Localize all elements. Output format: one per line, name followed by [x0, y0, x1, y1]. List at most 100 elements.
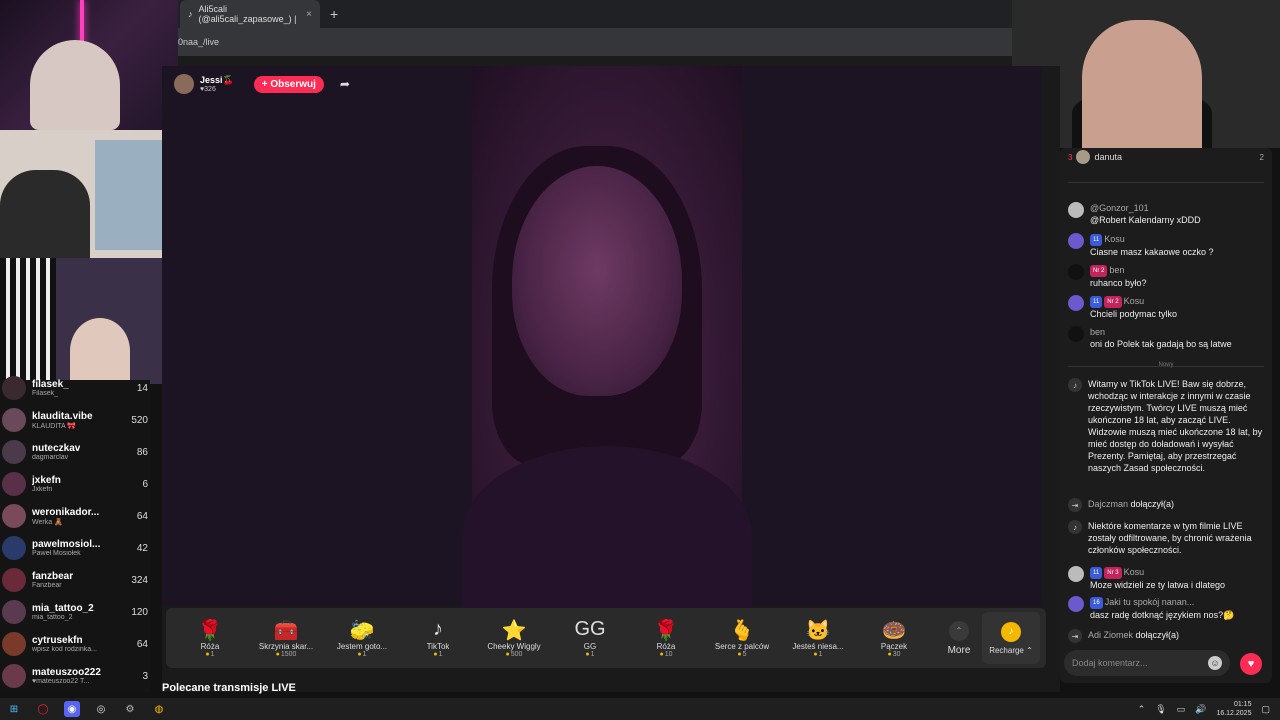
chevron-up-icon: ⌃ — [949, 620, 969, 641]
avatar[interactable] — [1068, 295, 1084, 311]
viewer-name: mateuszoo222 — [32, 667, 101, 678]
gift-item[interactable]: 🧰 Skrzynia skar... 1500 — [248, 618, 324, 658]
chat-username[interactable]: ben — [1090, 327, 1105, 337]
viewer-score: 3 — [142, 670, 148, 682]
leaderboard-row[interactable]: pawelmosiol... Paweł Mosiołek 42 — [2, 532, 148, 564]
like-heart-button[interactable]: ♥ — [1240, 653, 1262, 675]
leaderboard-row[interactable]: fanzbear Fanzbear 324 — [2, 564, 148, 596]
leaderboard-row[interactable]: filasek_ Filasek_ 14 — [2, 372, 148, 404]
chat-username[interactable]: Kosu — [1124, 296, 1145, 306]
chevron-up-icon[interactable]: ⌃ — [1138, 704, 1146, 715]
leaderboard-row[interactable]: jxkefn Jxkefn 6 — [2, 468, 148, 500]
notifications-icon[interactable]: ▢ — [1261, 704, 1270, 715]
chat-username[interactable]: Jaki tu spokój nanan... — [1105, 597, 1195, 607]
gift-price: 1 — [357, 651, 367, 658]
leaderboard-row[interactable]: cytrusekfn wpisz kod rodzinka... 64 — [2, 628, 148, 660]
microphone-icon[interactable]: 🎙 — [1155, 704, 1166, 715]
browser-tab[interactable]: ♪ Ali5cali (@ali5cali_zapasowe_) | × — [180, 0, 320, 28]
avatar — [2, 632, 26, 656]
gift-item[interactable]: ⭐ Cheeky Wiggly 500 — [476, 618, 552, 658]
gift-item[interactable]: 🧽 Jestem goto... 1 — [324, 618, 400, 658]
share-icon[interactable]: ➦ — [340, 77, 350, 91]
new-tab-button[interactable]: + — [330, 6, 338, 22]
gift-name: Jestem goto... — [336, 642, 388, 651]
join-text: dołączył(a) — [1130, 499, 1175, 509]
chat-username[interactable]: ben — [1109, 265, 1124, 275]
gift-item[interactable]: 🐱 Jesteś niesa... 1 — [780, 618, 856, 658]
avatar[interactable] — [1068, 202, 1084, 218]
gift-item[interactable]: 🍩 Pączek 30 — [856, 618, 932, 658]
gift-name: Skrzynia skar... — [258, 642, 314, 651]
discord-icon[interactable]: ◉ — [64, 701, 80, 717]
settings-icon[interactable]: ⚙ — [122, 701, 138, 717]
viewer-nickname: Paweł Mosiołek — [32, 550, 81, 557]
live-video-player[interactable]: Jessi🍒 ♥326 + Obserwuj ➦ — [162, 66, 1042, 626]
leaderboard-row[interactable]: klaudita.vibe KLAUDITA 🎀 520 — [2, 404, 148, 436]
chat-username[interactable]: @Gonzor_101 — [1090, 203, 1149, 213]
leaderboard-row[interactable]: mia_tattoo_2 mia_tattoo_2 120 — [2, 596, 148, 628]
gift-name: Róża — [200, 642, 220, 651]
join-user[interactable]: Adi Ziomek — [1088, 630, 1133, 640]
top-viewer-row[interactable]: 3 danuta 2 — [1068, 150, 1264, 164]
viewer-score: 42 — [136, 542, 148, 554]
gift-icon: 🧽 — [349, 620, 375, 642]
more-gifts-button[interactable]: ⌃ More — [936, 620, 982, 656]
tiktok-icon: ♪ — [1068, 378, 1082, 392]
comment-placeholder: Dodaj komentarz... — [1072, 658, 1148, 668]
avatar[interactable] — [1068, 326, 1084, 342]
avatar[interactable] — [1068, 566, 1084, 582]
gift-icon: 🍩 — [881, 620, 907, 642]
windows-start-icon[interactable]: ⊞ — [6, 701, 22, 717]
chat-username[interactable]: Kosu — [1124, 567, 1145, 577]
viewer-nickname: wpisz kod rodzinka... — [32, 646, 97, 653]
join-text: dołączył(a) — [1135, 630, 1180, 640]
gift-item[interactable]: GG GG 1 — [552, 618, 628, 658]
gift-item[interactable]: 🫰 Serce z palców 5 — [704, 618, 780, 658]
viewer-name: fanzbear — [32, 571, 74, 582]
viewer-nickname: dagmarclav — [32, 454, 69, 461]
avatar — [1076, 150, 1091, 164]
recharge-button[interactable]: ♪ Recharge ⌃ — [982, 612, 1040, 664]
chrome-icon[interactable]: ◍ — [151, 701, 167, 717]
avatar[interactable] — [1068, 264, 1084, 280]
leaderboard-row[interactable]: weronikador... Werka 🧸 64 — [2, 500, 148, 532]
system-tray: ⌃ 🎙 ▭ 🔊 01:15 16.12.2025 ▢ — [1138, 700, 1280, 718]
gift-price: 1500 — [276, 651, 297, 658]
avatar — [2, 376, 26, 400]
avatar — [2, 600, 26, 624]
gift-price: 1 — [205, 651, 215, 658]
screen: ♪ Ali5cali (@ali5cali_zapasowe_) | × + 0… — [0, 0, 1280, 720]
join-user[interactable]: Dajczman — [1088, 499, 1128, 509]
viewer-name: mia_tattoo_2 — [32, 603, 94, 614]
volume-icon[interactable]: 🔊 — [1195, 704, 1206, 715]
chat-username[interactable]: Kosu — [1104, 234, 1125, 244]
user-badge: 11 — [1090, 295, 1103, 308]
emoji-icon[interactable]: ☺ — [1208, 656, 1222, 670]
host-avatar[interactable] — [174, 74, 194, 94]
gift-name: TikTok — [426, 642, 450, 651]
avatar[interactable] — [1068, 596, 1084, 612]
viewer-score: 120 — [131, 606, 148, 618]
recharge-label: Recharge ⌃ — [989, 645, 1033, 655]
network-icon[interactable]: ▭ — [1177, 704, 1186, 715]
avatar[interactable] — [1068, 233, 1084, 249]
gift-item[interactable]: ♪ TikTok 1 — [400, 618, 476, 658]
follow-button[interactable]: + Obserwuj — [253, 75, 324, 93]
tab-title: Ali5cali (@ali5cali_zapasowe_) | — [198, 4, 297, 24]
address-bar[interactable]: 0naa_/live — [178, 28, 1012, 56]
leaderboard-row[interactable]: nuteczkav dagmarclav 86 — [2, 436, 148, 468]
chat-message: Nr 2 ben ruhanco było? — [1068, 264, 1268, 289]
gift-price: 1 — [433, 651, 443, 658]
gift-name: Pączek — [880, 642, 908, 651]
browser-icon[interactable]: ◎ — [93, 701, 109, 717]
tab-close-icon[interactable]: × — [306, 9, 312, 20]
gift-item[interactable]: 🌹 Róża 10 — [628, 618, 704, 658]
opera-icon[interactable]: ◯ — [35, 701, 51, 717]
host-name[interactable]: Jessi🍒 — [200, 75, 234, 86]
gift-item[interactable]: 🌹 Róża 1 — [172, 618, 248, 658]
comment-input[interactable]: Dodaj komentarz... ☺ — [1064, 650, 1230, 676]
leaderboard-row[interactable]: mateuszoo222 ♥mateuszoo22 T... 3 — [2, 660, 148, 692]
tiktok-icon: ♪ — [188, 9, 193, 19]
clock[interactable]: 01:15 16.12.2025 — [1216, 700, 1251, 718]
chat-text: ruhanco było? — [1090, 277, 1147, 288]
